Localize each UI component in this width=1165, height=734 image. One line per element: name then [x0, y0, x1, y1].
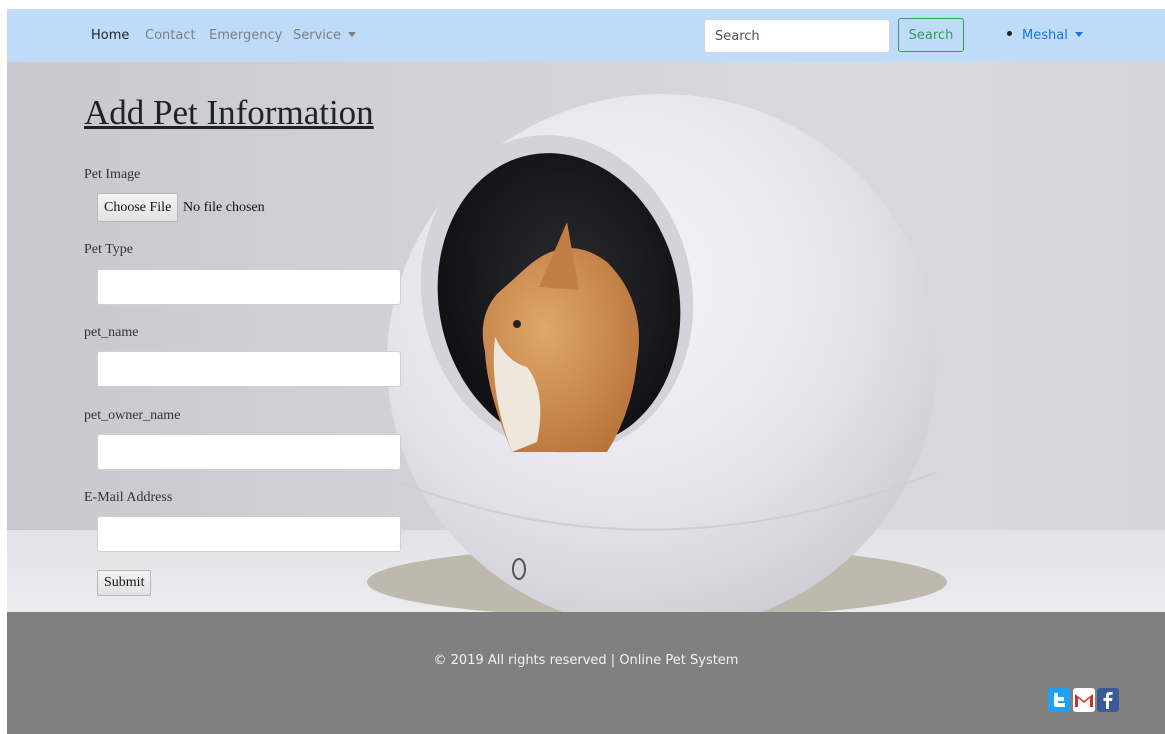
- no-file-text: No file chosen: [183, 200, 265, 215]
- page-frame: Home Contact Emergency Service Search Me…: [7, 9, 1165, 734]
- pet-name-input[interactable]: [97, 351, 401, 387]
- pet-image-label: Pet Image: [84, 167, 141, 182]
- email-input[interactable]: [97, 516, 401, 552]
- nav-home[interactable]: Home: [91, 28, 129, 44]
- page-title: Add Pet Information: [84, 93, 374, 132]
- bullet-icon: [1007, 31, 1012, 36]
- navbar: Home Contact Emergency Service Search Me…: [7, 9, 1165, 62]
- gmail-icon[interactable]: [1073, 688, 1095, 712]
- copyright-text: © 2019 All rights reserved | Online Pet …: [433, 653, 739, 668]
- nav-service-dropdown[interactable]: Service: [293, 28, 357, 44]
- email-label: E-Mail Address: [84, 490, 173, 505]
- twitter-icon[interactable]: [1048, 688, 1070, 712]
- nav-contact[interactable]: Contact: [145, 28, 196, 44]
- user-name: Meshal: [1022, 28, 1068, 43]
- chevron-down-icon: [348, 32, 357, 37]
- facebook-icon[interactable]: [1097, 688, 1119, 712]
- nav-service-label: Service: [293, 28, 342, 43]
- footer: © 2019 All rights reserved | Online Pet …: [7, 612, 1165, 734]
- submit-button[interactable]: Submit: [97, 570, 152, 596]
- user-menu[interactable]: Meshal: [1007, 28, 1083, 44]
- search-button[interactable]: Search: [898, 18, 964, 52]
- chevron-down-icon: [1074, 32, 1083, 37]
- pet-owner-name-input[interactable]: [97, 434, 401, 470]
- pet-owner-name-label: pet_owner_name: [84, 408, 181, 423]
- search-input[interactable]: [704, 19, 890, 53]
- nav-emergency[interactable]: Emergency: [209, 28, 282, 44]
- pet-type-label: Pet Type: [84, 242, 133, 257]
- pet-name-label: pet_name: [84, 325, 139, 340]
- pet-type-input[interactable]: [97, 269, 401, 305]
- choose-file-button[interactable]: Choose File: [97, 193, 179, 222]
